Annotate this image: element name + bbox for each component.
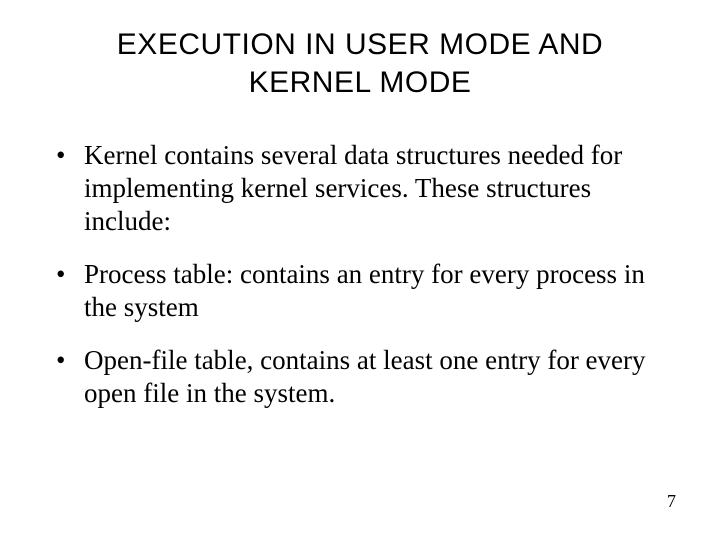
slide-title: EXECUTION IN USER MODE AND KERNEL MODE	[56, 26, 664, 101]
page-number: 7	[667, 491, 676, 512]
slide: EXECUTION IN USER MODE AND KERNEL MODE K…	[0, 0, 720, 540]
bullet-list: Kernel contains several data structures …	[46, 139, 674, 410]
list-item: Process table: contains an entry for eve…	[54, 258, 670, 324]
list-item: Kernel contains several data structures …	[54, 139, 670, 238]
list-item: Open-file table, contains at least one e…	[54, 344, 670, 410]
